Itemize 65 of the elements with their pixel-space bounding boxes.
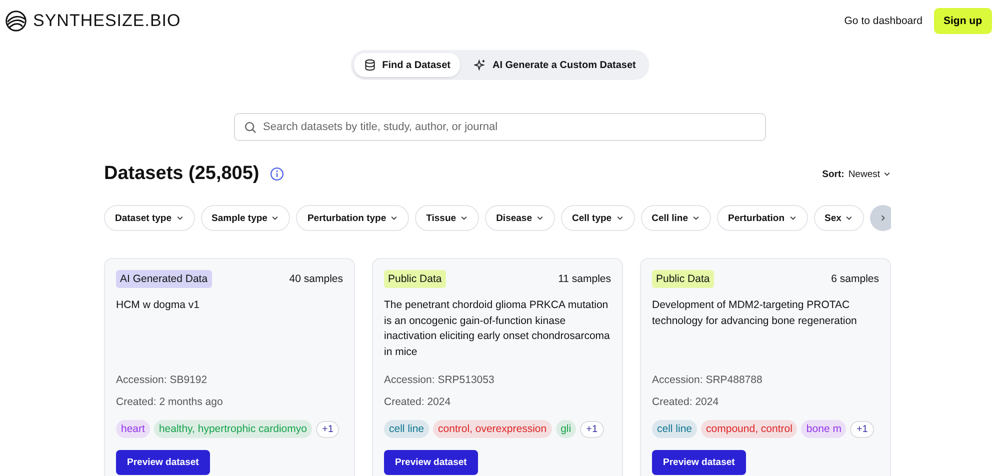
chevron-down-icon bbox=[788, 214, 797, 222]
tag: bone m bbox=[801, 420, 846, 438]
datasets-heading: Datasets (25,805) bbox=[104, 163, 260, 185]
info-icon[interactable] bbox=[270, 167, 284, 181]
filter-dropdown[interactable]: Cell type bbox=[560, 205, 635, 231]
logo-icon bbox=[5, 10, 27, 32]
filter-dropdown[interactable]: Tissue bbox=[415, 205, 480, 231]
sort-label: Sort: bbox=[822, 168, 844, 180]
chevron-down-icon bbox=[616, 214, 624, 222]
chevron-down-icon bbox=[390, 214, 398, 222]
logo-text: SYNTHESIZE.BIO bbox=[33, 11, 181, 31]
chevron-right-icon bbox=[879, 214, 888, 222]
tag: compound, control bbox=[701, 420, 798, 438]
accession-text: Accession: SRP513053 bbox=[384, 374, 496, 386]
chevron-down-icon bbox=[883, 170, 891, 178]
signup-button[interactable]: Sign up bbox=[934, 8, 992, 34]
filter-dropdown[interactable]: Perturbation bbox=[717, 205, 808, 231]
accession-text: Accession: SRP488788 bbox=[652, 374, 764, 386]
data-type-badge: Public Data bbox=[652, 270, 714, 288]
tag: control, overexpression bbox=[433, 420, 552, 438]
dataset-title: Development of MDM2-targeting PROTAC technology for advancing bone regeneration bbox=[652, 298, 858, 328]
chevron-down-icon bbox=[271, 214, 280, 222]
created-text: Created: 2024 bbox=[652, 396, 720, 408]
sparkle-icon bbox=[474, 59, 486, 71]
data-type-badge: AI Generated Data bbox=[116, 270, 212, 288]
tab[interactable]: AI Generate a Custom Dataset bbox=[464, 53, 646, 77]
chevron-down-icon bbox=[460, 214, 468, 222]
filter-dropdown[interactable]: Disease bbox=[485, 205, 555, 231]
chevron-down-icon bbox=[536, 214, 544, 222]
dataset-card[interactable] bbox=[372, 258, 623, 476]
tag: gli bbox=[556, 420, 576, 438]
more-tags-badge[interactable]: +1 bbox=[850, 420, 874, 438]
sort-dropdown[interactable]: Newest bbox=[848, 168, 891, 180]
created-text: Created: 2 months ago bbox=[116, 396, 224, 408]
tag: heart bbox=[116, 420, 150, 438]
tag: cell line bbox=[652, 420, 698, 438]
chevron-down-icon bbox=[692, 214, 700, 222]
tag: healthy, hypertrophic cardiomyo bbox=[154, 420, 312, 438]
tab[interactable]: Find a Dataset bbox=[354, 53, 460, 77]
dataset-title: HCM w dogma v1 bbox=[116, 298, 200, 313]
chevron-down-icon bbox=[845, 214, 854, 222]
more-tags-badge[interactable]: +1 bbox=[316, 420, 340, 438]
created-text: Created: 2024 bbox=[384, 396, 452, 408]
dataset-card[interactable]: Public Data 6 samples Development of MDM2-targeting PROTAC technology for advancing bone regeneration Accession: SRP488788 Created: 2024 cell line compound, control bone m +1 Preview dataset bbox=[640, 258, 891, 476]
search-field[interactable]: Search datasets by title, study, author, or journal bbox=[234, 113, 766, 141]
filter-dropdown[interactable]: Sample type bbox=[200, 205, 290, 231]
sample-count: 40 samples bbox=[289, 273, 343, 285]
dataset-card[interactable]: AI Generated Data 40 samples HCM w dogma v1 Accession: SB9192 Created: 2 months ago heart healthy, hypertrophic cardiomyo +1 Preview dataset bbox=[104, 258, 355, 476]
preview-dataset-button[interactable]: Preview dataset bbox=[652, 450, 746, 475]
more-tags-badge[interactable]: +1 bbox=[580, 420, 604, 438]
dataset-title: The penetrant chordoid glioma PRKCA mutation is an oncogenic gain-of-function kinase inactivation eliciting early onset chondrosarcoma in mice bbox=[384, 298, 611, 360]
filter-dropdown[interactable]: Perturbation type bbox=[296, 205, 410, 231]
filter-dropdown[interactable]: Sex bbox=[814, 205, 864, 231]
dashboard-link[interactable]: Go to dashboard bbox=[844, 15, 922, 27]
data-type-badge: Public Data bbox=[384, 270, 446, 288]
filter-dropdown[interactable]: Dataset type bbox=[104, 205, 194, 231]
sample-count: 11 samples bbox=[558, 273, 611, 285]
filter-dropdown[interactable]: Cell line bbox=[640, 205, 712, 231]
preview-dataset-button[interactable]: Preview dataset bbox=[116, 450, 210, 475]
preview-dataset-button[interactable]: Preview dataset bbox=[384, 450, 478, 475]
database-icon bbox=[364, 59, 376, 71]
chevron-down-icon bbox=[176, 214, 184, 222]
tag: cell line bbox=[384, 420, 430, 438]
sample-count: 6 samples bbox=[831, 273, 879, 285]
accession-text: Accession: SB9192 bbox=[116, 374, 208, 386]
